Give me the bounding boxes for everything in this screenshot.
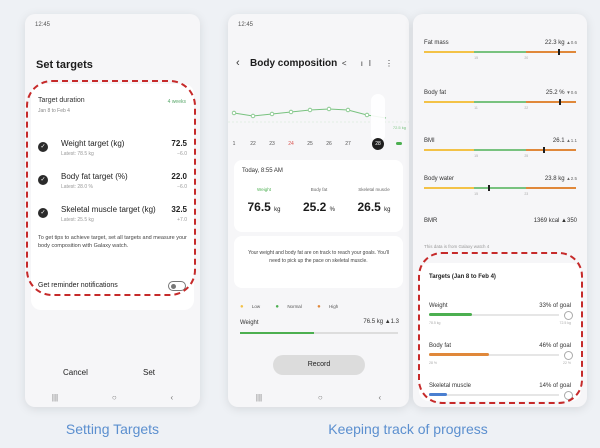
set-button[interactable]: Set: [143, 368, 155, 377]
date-22[interactable]: 22: [250, 141, 256, 147]
date-strip: 1 22 23 24 25 26 27 28: [228, 138, 409, 153]
highlight-dashed-outline: [418, 252, 583, 404]
weight-metric-label: Weight: [257, 187, 271, 192]
metric-range-bar: [424, 99, 576, 105]
skeletal-muscle-metric-unit: kg: [384, 207, 391, 213]
recents-icon[interactable]: |||: [256, 393, 262, 402]
date-26[interactable]: 26: [326, 141, 332, 147]
back-icon[interactable]: ‹: [170, 393, 173, 402]
skeletal-muscle-metric-label: Skeletal muscle: [358, 187, 390, 192]
home-icon[interactable]: ○: [318, 393, 323, 402]
metric-value: 23.8 kg ▲2.5: [544, 176, 577, 182]
date-1[interactable]: 1: [233, 141, 236, 147]
metric-delta: ▲0.6: [566, 40, 577, 45]
navigation-bar: ||| ○ ‹: [25, 387, 200, 407]
bmr-label: BMR: [424, 218, 438, 224]
weight-metric-unit: kg: [274, 207, 281, 213]
metric-value: 26.1 ▲1.1: [552, 138, 577, 144]
legend-normal: Normal: [287, 304, 302, 309]
source-note: This data is from Galaxy watch 4: [424, 244, 490, 249]
weight-metric: Weight 76.5 kg: [236, 187, 292, 214]
home-icon[interactable]: ○: [112, 393, 117, 402]
weight-metric-value: 76.5: [247, 200, 271, 214]
next-indicator-icon: [396, 142, 402, 145]
trend-points: [231, 106, 370, 119]
legend-low: Low: [251, 304, 261, 309]
weight-row-label: Weight: [240, 320, 259, 326]
metric-label: BMI: [424, 138, 435, 144]
page-title: Body composition: [250, 58, 338, 69]
cancel-button[interactable]: Cancel: [63, 368, 88, 377]
weight-level-fill: [240, 332, 315, 334]
record-button[interactable]: Record: [273, 355, 365, 375]
metric-delta: ▼0.6: [566, 90, 577, 95]
status-time: 12:45: [238, 22, 254, 28]
today-timestamp: Today, 8:55 AM: [242, 168, 283, 174]
caption-setting-targets: Setting Targets: [65, 421, 160, 437]
weight-trend-chart: 72.5 kg: [228, 94, 409, 142]
metric-value: 22.3 kg ▲0.6: [544, 40, 577, 46]
metric-range-bar: [424, 147, 576, 153]
progress-message: Your weight and body fat are on track to…: [248, 250, 389, 264]
metric-label: Body fat: [424, 90, 447, 96]
metric-label: Fat mass: [424, 40, 449, 46]
body-fat-metric: Body fat 25.2 %: [291, 187, 347, 214]
legend: ● Low ● Normal ● High: [240, 304, 339, 310]
navigation-bar: ||| ○ ‹: [228, 387, 409, 407]
status-time: 12:45: [35, 22, 51, 28]
metric-delta: ▲1.1: [566, 138, 577, 143]
progress-message-card: Your weight and body fat are on track to…: [234, 236, 403, 288]
date-24[interactable]: 24: [288, 141, 294, 147]
body-fat-metric-label: Body fat: [310, 187, 328, 192]
page-title: Set targets: [36, 59, 93, 71]
date-27[interactable]: 27: [345, 141, 351, 147]
metric-label: Body water: [424, 176, 455, 182]
metric-marker: [557, 49, 560, 55]
bmr-value: 1369 kcal ▲350: [533, 218, 577, 224]
back-icon[interactable]: ‹: [378, 393, 381, 402]
metric-delta: ▲2.5: [566, 176, 577, 181]
selected-day-highlight: [371, 94, 385, 142]
header-actions-icon[interactable]: < ıl ⋮: [342, 59, 399, 68]
metric-marker: [542, 147, 545, 153]
today-card: Today, 8:55 AM Weight 76.5 kg Body fat 2…: [234, 160, 403, 232]
metric-range-bar: [424, 185, 576, 191]
body-fat-metric-value: 25.2: [302, 200, 327, 214]
skeletal-muscle-metric: Skeletal muscle 26.5 kg: [346, 187, 402, 214]
skeletal-muscle-metric-value: 26.5: [357, 200, 381, 214]
body-composition-screen: 12:45 ‹ Body composition < ıl ⋮ 72.5 kg …: [228, 14, 409, 407]
chart-target-label: 72.5 kg: [393, 125, 406, 130]
weight-row-value: 76.5 kg ▲1.3: [363, 319, 399, 325]
metric-marker: [559, 99, 562, 105]
date-28[interactable]: 28: [372, 138, 384, 150]
date-23[interactable]: 23: [269, 141, 275, 147]
caption-keeping-track: Keeping track of progress: [328, 421, 488, 437]
highlight-dashed-outline: [26, 80, 196, 296]
date-25[interactable]: 25: [307, 141, 313, 147]
legend-high: High: [328, 304, 339, 309]
metric-value: 25.2 % ▼0.6: [545, 90, 577, 96]
body-fat-metric-unit: %: [329, 207, 336, 213]
weight-level-bar: [240, 332, 398, 334]
metric-marker: [487, 185, 490, 191]
metric-range-bar: [424, 49, 576, 55]
back-arrow-icon[interactable]: ‹: [236, 57, 240, 69]
recents-icon[interactable]: |||: [52, 393, 58, 402]
